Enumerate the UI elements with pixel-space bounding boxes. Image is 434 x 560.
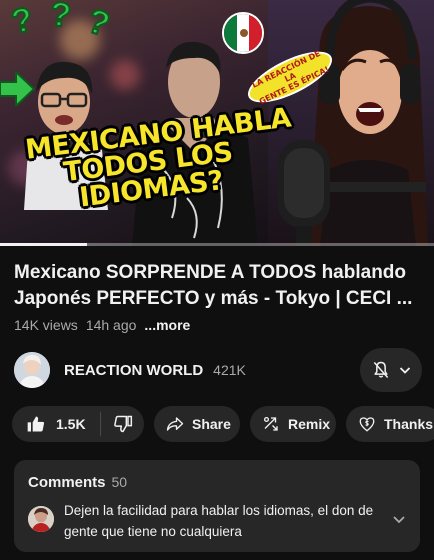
subscriber-count: 421K xyxy=(213,362,246,378)
channel-avatar[interactable] xyxy=(14,352,50,388)
video-title-line: Mexicano SORPRENDE A TODOS hablando xyxy=(14,262,407,283)
chevron-down-icon xyxy=(399,367,411,374)
channel-name[interactable]: REACTION WORLD xyxy=(64,362,203,379)
video-title[interactable]: Mexicano SORPRENDE A TODOS hablando Japo… xyxy=(14,260,426,312)
thumbnail-microphone xyxy=(278,140,426,246)
video-player[interactable]: ? ? ? MEXICANO HABLA TODOS LOS IDIOMAS? … xyxy=(0,0,434,246)
video-progress-bar[interactable] xyxy=(0,243,434,246)
comments-heading: Comments xyxy=(28,474,106,491)
comments-header: Comments 50 xyxy=(28,474,127,491)
share-arrow-icon xyxy=(166,417,184,431)
share-label: Share xyxy=(192,416,231,432)
comments-panel[interactable]: Comments 50 Dejen la facilidad para habla… xyxy=(14,460,420,552)
thanks-dollar-icon xyxy=(359,417,375,432)
chevron-down-icon[interactable] xyxy=(392,512,406,526)
more-link[interactable]: ...more xyxy=(144,317,190,333)
action-bar: 1.5K Share Remix Thanks xyxy=(12,406,434,442)
channel-row: REACTION WORLD 421K xyxy=(14,348,422,392)
bell-off-icon xyxy=(373,361,389,378)
video-progress-fill xyxy=(0,243,87,246)
like-count[interactable]: 1.5K xyxy=(56,416,86,432)
like-divider xyxy=(99,412,101,436)
mexico-flag-icon xyxy=(222,12,264,54)
top-comment-text: Dejen la facilidad para hablar los idiom… xyxy=(64,503,374,539)
remix-icon xyxy=(263,416,278,431)
video-meta[interactable]: 14K views 14h ago ...more xyxy=(14,317,190,333)
view-count: 14K views xyxy=(14,317,78,333)
video-title-line: Japonés PERFECTO y más - Tokyo | CECI ..… xyxy=(14,288,413,309)
remix-button[interactable]: Remix xyxy=(250,406,336,442)
thanks-button[interactable]: Thanks xyxy=(346,406,434,442)
thanks-label: Thanks xyxy=(384,416,434,432)
comments-count: 50 xyxy=(111,474,128,490)
thumbnail-question-mark: ? xyxy=(47,0,74,36)
like-dislike-group: 1.5K xyxy=(12,406,144,442)
remix-label: Remix xyxy=(288,416,331,432)
commenter-avatar xyxy=(28,506,54,532)
share-button[interactable]: Share xyxy=(154,406,240,442)
thumbnail-arrow-icon xyxy=(0,72,36,106)
thumbs-down-icon[interactable] xyxy=(113,414,133,434)
thumbs-up-icon[interactable] xyxy=(26,414,46,434)
notifications-button[interactable] xyxy=(360,348,422,392)
upload-age: 14h ago xyxy=(85,317,137,333)
